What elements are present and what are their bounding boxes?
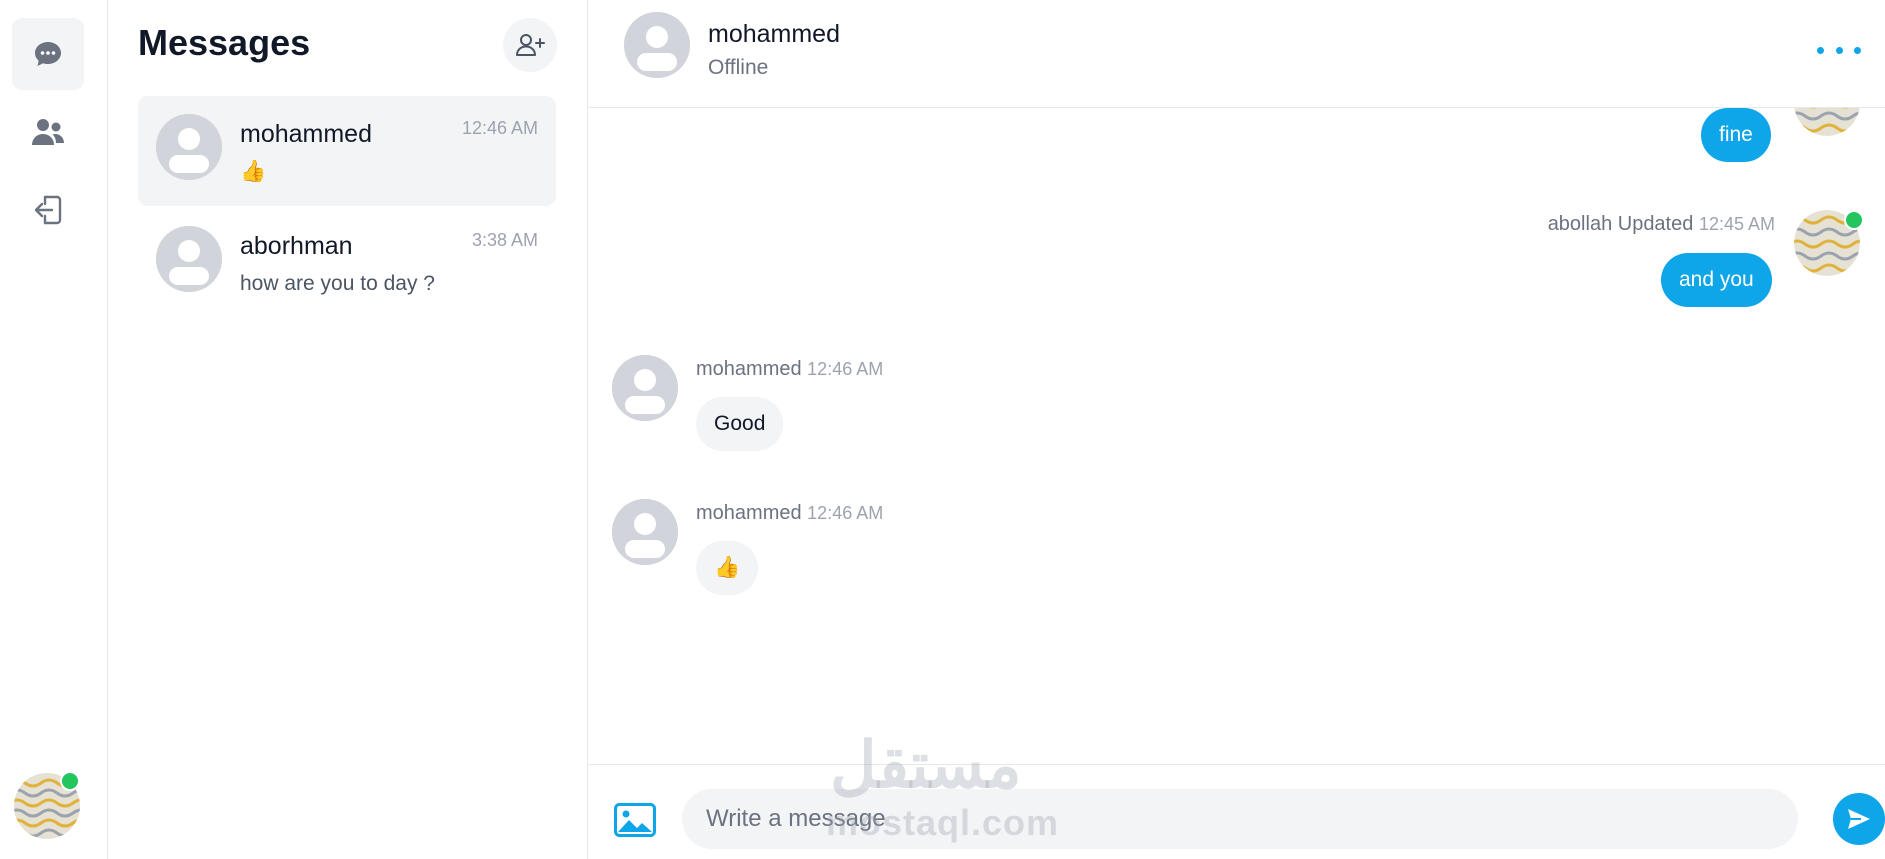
conversation-list: Messages mohammed 12:46 AM 👍 aborhman 3:…: [108, 0, 588, 859]
message-list: fine abollah Updated 12:45 AM and you mo…: [588, 108, 1885, 764]
conversation-preview: 👍: [240, 160, 267, 183]
message-time: 12:46 AM: [807, 359, 884, 379]
chat-pane: mohammed Offline fine abollah Updated 12…: [588, 0, 1885, 859]
more-dot-icon: [1854, 46, 1861, 54]
more-options-button[interactable]: [1817, 38, 1861, 62]
chat-contact-name: mohammed: [708, 20, 840, 48]
rail-logout-button[interactable]: [12, 174, 84, 246]
message-bubble: and you: [1661, 253, 1772, 307]
current-user-avatar[interactable]: [14, 771, 80, 839]
online-status-dot: [60, 771, 80, 791]
message-bubble: Good: [696, 397, 784, 451]
message-bubble: fine: [1701, 108, 1771, 162]
conversation-time: 3:38 AM: [471, 230, 538, 250]
chat-contact-avatar[interactable]: [624, 12, 690, 78]
conversation-name: aborhman: [240, 232, 353, 260]
sender-avatar: [612, 355, 678, 421]
send-button[interactable]: [1833, 793, 1885, 845]
contact-avatar: [156, 226, 222, 292]
sender-avatar: [612, 499, 678, 565]
chat-contact-status: Offline: [708, 56, 769, 79]
online-status-dot: [1844, 210, 1864, 230]
conversation-item[interactable]: aborhman 3:38 AM how are you to day ?: [138, 208, 556, 318]
default-user-icon: [612, 499, 678, 565]
watermark-url: mostaql.com: [826, 802, 1060, 843]
more-dot-icon: [1817, 46, 1824, 54]
message-time: 12:45 AM: [1698, 214, 1775, 234]
chat-bubble-icon: [35, 42, 61, 66]
conversation-preview: how are you to day ?: [240, 272, 435, 295]
default-user-icon: [156, 114, 222, 180]
default-user-icon: [612, 355, 678, 421]
more-dot-icon: [1835, 46, 1843, 54]
message-composer: [588, 764, 1885, 859]
default-user-icon: [624, 12, 690, 78]
messages-title: Messages: [138, 22, 311, 63]
conversation-time: 12:46 AM: [461, 118, 538, 138]
message-meta: mohammed 12:46 AM: [696, 358, 883, 381]
contact-avatar: [156, 114, 222, 180]
rail-contacts-button[interactable]: [12, 96, 84, 168]
logout-icon: [34, 195, 62, 225]
sender-avatar: [1794, 108, 1860, 136]
message-sender: mohammed: [696, 358, 802, 380]
attach-image-button[interactable]: [614, 803, 656, 839]
conversation-item[interactable]: mohammed 12:46 AM 👍: [138, 96, 556, 206]
message-sender: abollah Updated: [1547, 213, 1694, 235]
message-meta: abollah Updated 12:45 AM: [1548, 213, 1775, 236]
image-icon: [614, 803, 656, 837]
watermark-arabic: مستقل: [830, 729, 1022, 801]
users-icon: [32, 119, 64, 145]
chat-header: mohammed Offline: [588, 0, 1885, 108]
default-user-icon: [156, 226, 222, 292]
message-bubble: 👍: [696, 541, 759, 595]
app-rail: [0, 0, 108, 859]
add-contact-button[interactable]: [503, 18, 557, 72]
message-meta: mohammed 12:46 AM: [696, 502, 883, 525]
user-plus-icon: [516, 34, 545, 56]
rail-chats-button[interactable]: [12, 18, 84, 90]
message-sender: mohammed: [696, 502, 802, 524]
conversation-name: mohammed: [240, 120, 372, 148]
message-time: 12:46 AM: [807, 503, 884, 523]
send-icon: [1848, 809, 1870, 829]
